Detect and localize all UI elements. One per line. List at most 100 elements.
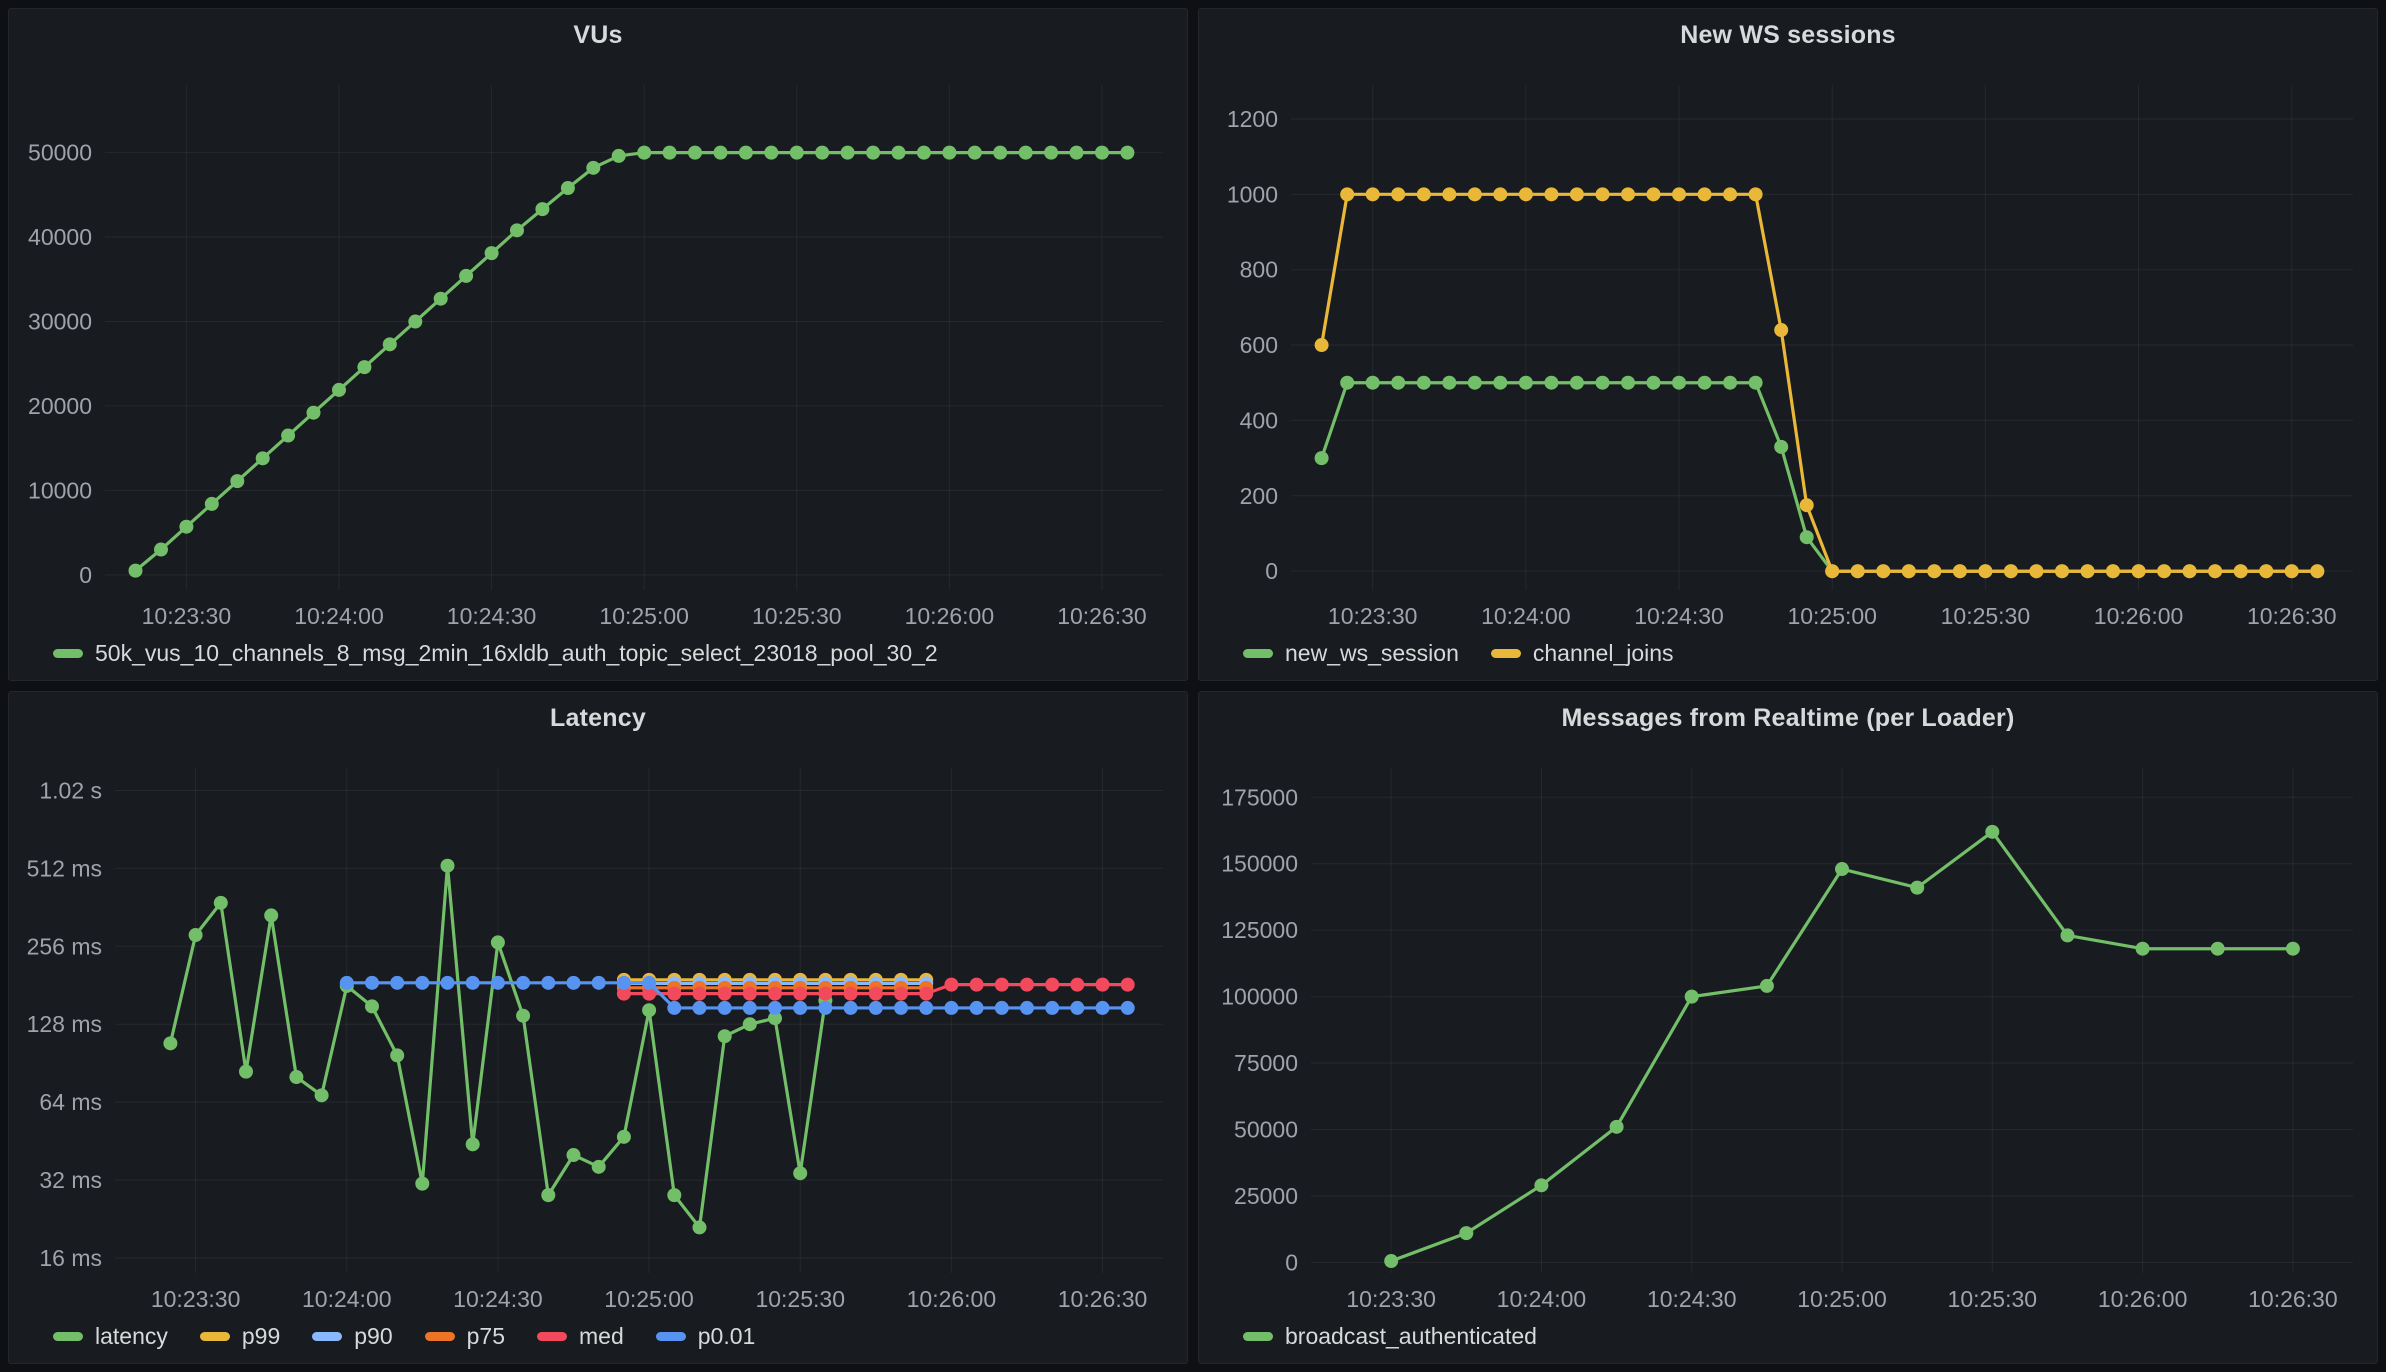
series-point-50k_vus_10_channels_8_msg_2min_16xldb_auth_topic_select_23018_pool_30_2[interactable] xyxy=(332,382,346,397)
series-point-50k_vus_10_channels_8_msg_2min_16xldb_auth_topic_select_23018_pool_30_2[interactable] xyxy=(306,405,321,420)
series-point-broadcast_authenticated[interactable] xyxy=(2060,928,2075,943)
series-point-p0.01[interactable] xyxy=(969,1000,984,1015)
series-point-latency[interactable] xyxy=(793,1166,808,1181)
series-point-channel_joins[interactable] xyxy=(1416,187,1431,202)
series-point-channel_joins[interactable] xyxy=(1978,564,1993,579)
legend-item-med[interactable]: med xyxy=(537,1323,624,1350)
series-point-new_ws_session[interactable] xyxy=(1697,375,1712,390)
series-point-broadcast_authenticated[interactable] xyxy=(1910,880,1925,895)
series-point-p0.01[interactable] xyxy=(1045,1000,1060,1015)
series-point-channel_joins[interactable] xyxy=(1799,498,1814,513)
series-point-50k_vus_10_channels_8_msg_2min_16xldb_auth_topic_select_23018_pool_30_2[interactable] xyxy=(815,145,830,160)
series-point-channel_joins[interactable] xyxy=(1825,564,1840,579)
series-point-50k_vus_10_channels_8_msg_2min_16xldb_auth_topic_select_23018_pool_30_2[interactable] xyxy=(408,314,423,329)
series-point-channel_joins[interactable] xyxy=(1748,187,1763,202)
series-point-p0.01[interactable] xyxy=(742,1000,757,1015)
series-point-50k_vus_10_channels_8_msg_2min_16xldb_auth_topic_select_23018_pool_30_2[interactable] xyxy=(255,451,270,466)
series-point-broadcast_authenticated[interactable] xyxy=(1609,1119,1624,1134)
series-point-broadcast_authenticated[interactable] xyxy=(1835,862,1849,877)
series-point-p0.01[interactable] xyxy=(566,975,581,990)
series-point-latency[interactable] xyxy=(239,1064,253,1079)
series-point-p0.01[interactable] xyxy=(667,1000,682,1015)
series-point-med[interactable] xyxy=(944,977,959,992)
series-point-channel_joins[interactable] xyxy=(2106,564,2120,579)
series-point-new_ws_session[interactable] xyxy=(1774,439,1789,454)
series-point-new_ws_session[interactable] xyxy=(1340,375,1355,390)
series-point-new_ws_session[interactable] xyxy=(1748,375,1763,390)
series-point-latency[interactable] xyxy=(314,1088,329,1103)
series-point-new_ws_session[interactable] xyxy=(1799,530,1814,545)
series-point-med[interactable] xyxy=(969,977,984,992)
series-point-50k_vus_10_channels_8_msg_2min_16xldb_auth_topic_select_23018_pool_30_2[interactable] xyxy=(281,428,296,443)
series-point-channel_joins[interactable] xyxy=(2131,564,2146,579)
series-point-50k_vus_10_channels_8_msg_2min_16xldb_auth_topic_select_23018_pool_30_2[interactable] xyxy=(688,145,702,160)
series-point-med[interactable] xyxy=(717,986,732,1001)
series-point-50k_vus_10_channels_8_msg_2min_16xldb_auth_topic_select_23018_pool_30_2[interactable] xyxy=(738,145,753,160)
series-point-latency[interactable] xyxy=(213,895,228,910)
series-point-50k_vus_10_channels_8_msg_2min_16xldb_auth_topic_select_23018_pool_30_2[interactable] xyxy=(484,246,499,261)
series-point-broadcast_authenticated[interactable] xyxy=(1684,989,1699,1004)
series-point-50k_vus_10_channels_8_msg_2min_16xldb_auth_topic_select_23018_pool_30_2[interactable] xyxy=(942,145,957,160)
series-point-channel_joins[interactable] xyxy=(2157,564,2172,579)
series-point-50k_vus_10_channels_8_msg_2min_16xldb_auth_topic_select_23018_pool_30_2[interactable] xyxy=(459,268,474,283)
legend-item-new_ws_session[interactable]: new_ws_session xyxy=(1243,640,1459,667)
panel-title-latency[interactable]: Latency xyxy=(9,692,1187,742)
series-point-med[interactable] xyxy=(843,986,858,1001)
series-point-p0.01[interactable] xyxy=(616,975,631,990)
series-point-p0.01[interactable] xyxy=(642,975,657,990)
series-point-p0.01[interactable] xyxy=(868,1000,883,1015)
series-point-broadcast_authenticated[interactable] xyxy=(1534,1178,1549,1193)
series-point-latency[interactable] xyxy=(365,999,379,1014)
series-point-broadcast_authenticated[interactable] xyxy=(2210,941,2225,956)
series-point-50k_vus_10_channels_8_msg_2min_16xldb_auth_topic_select_23018_pool_30_2[interactable] xyxy=(1095,145,1109,160)
series-point-channel_joins[interactable] xyxy=(2003,564,2018,579)
series-point-channel_joins[interactable] xyxy=(1518,187,1533,202)
series-point-50k_vus_10_channels_8_msg_2min_16xldb_auth_topic_select_23018_pool_30_2[interactable] xyxy=(382,337,397,352)
series-point-50k_vus_10_channels_8_msg_2min_16xldb_auth_topic_select_23018_pool_30_2[interactable] xyxy=(357,360,372,375)
series-point-channel_joins[interactable] xyxy=(1697,187,1712,202)
series-point-latency[interactable] xyxy=(642,1003,657,1018)
legend-item-p75[interactable]: p75 xyxy=(424,1323,505,1350)
series-point-p0.01[interactable] xyxy=(591,975,606,990)
messages-chart-canvas[interactable]: 0 25000 50000 75000 100000 125000 150000 175000… xyxy=(1199,742,2377,1319)
series-point-p0.01[interactable] xyxy=(944,1000,959,1015)
series-point-latency[interactable] xyxy=(717,1029,732,1044)
series-point-channel_joins[interactable] xyxy=(2233,564,2248,579)
series-point-channel_joins[interactable] xyxy=(2284,564,2299,579)
series-point-new_ws_session[interactable] xyxy=(1467,375,1482,390)
series-point-channel_joins[interactable] xyxy=(2080,564,2095,579)
legend-item-channel_joins[interactable]: channel_joins xyxy=(1490,640,1674,667)
series-point-channel_joins[interactable] xyxy=(1314,338,1329,353)
series-point-new_ws_session[interactable] xyxy=(1314,451,1329,466)
series-point-50k_vus_10_channels_8_msg_2min_16xldb_auth_topic_select_23018_pool_30_2[interactable] xyxy=(993,145,1008,160)
series-point-channel_joins[interactable] xyxy=(2259,564,2274,579)
series-point-50k_vus_10_channels_8_msg_2min_16xldb_auth_topic_select_23018_pool_30_2[interactable] xyxy=(840,145,855,160)
series-point-med[interactable] xyxy=(1045,977,1060,992)
series-point-latency[interactable] xyxy=(516,1008,531,1023)
series-point-p0.01[interactable] xyxy=(415,975,430,990)
panel-title-messages-from-realtime[interactable]: Messages from Realtime (per Loader) xyxy=(1199,692,2377,742)
series-point-new_ws_session[interactable] xyxy=(1416,375,1431,390)
series-point-latency[interactable] xyxy=(415,1176,430,1191)
series-point-50k_vus_10_channels_8_msg_2min_16xldb_auth_topic_select_23018_pool_30_2[interactable] xyxy=(128,563,143,578)
legend-item-p99[interactable]: p99 xyxy=(199,1323,280,1350)
series-point-med[interactable] xyxy=(919,986,934,1001)
series-point-p0.01[interactable] xyxy=(919,1000,934,1015)
series-point-p0.01[interactable] xyxy=(1095,1000,1110,1015)
series-point-med[interactable] xyxy=(868,986,883,1001)
series-point-50k_vus_10_channels_8_msg_2min_16xldb_auth_topic_select_23018_pool_30_2[interactable] xyxy=(916,145,931,160)
series-point-p0.01[interactable] xyxy=(1070,1000,1085,1015)
series-point-med[interactable] xyxy=(1020,977,1034,992)
series-point-latency[interactable] xyxy=(541,1188,556,1203)
series-point-channel_joins[interactable] xyxy=(1340,187,1355,202)
series-point-p0.01[interactable] xyxy=(818,1000,833,1015)
series-point-50k_vus_10_channels_8_msg_2min_16xldb_auth_topic_select_23018_pool_30_2[interactable] xyxy=(866,145,881,160)
series-point-channel_joins[interactable] xyxy=(1723,187,1738,202)
series-point-latency[interactable] xyxy=(390,1048,405,1063)
series-point-latency[interactable] xyxy=(163,1036,178,1051)
series-point-50k_vus_10_channels_8_msg_2min_16xldb_auth_topic_select_23018_pool_30_2[interactable] xyxy=(789,145,804,160)
panel-title-new-ws-sessions[interactable]: New WS sessions xyxy=(1199,9,2377,59)
series-point-p0.01[interactable] xyxy=(768,1000,782,1015)
series-point-channel_joins[interactable] xyxy=(1467,187,1482,202)
series-point-channel_joins[interactable] xyxy=(1876,564,1891,579)
